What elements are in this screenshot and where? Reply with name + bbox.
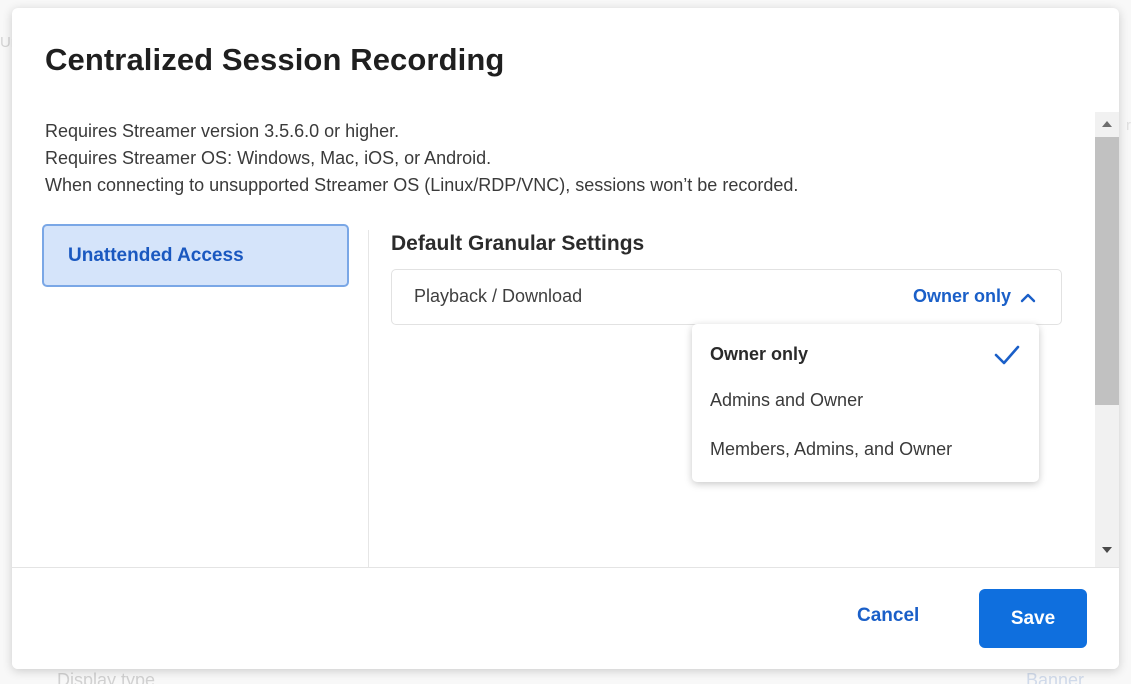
dropdown-option-admins-and-owner[interactable]: Admins and Owner bbox=[710, 390, 863, 411]
requirement-note: Requires Streamer version 3.5.6.0 or hig… bbox=[45, 121, 400, 141]
permission-dropdown-menu: Owner only Admins and Owner Members, Adm… bbox=[692, 324, 1039, 482]
requirements-notes: Requires Streamer version 3.5.6.0 or hig… bbox=[45, 118, 798, 199]
dropdown-option-members-admins-owner[interactable]: Members, Admins, and Owner bbox=[710, 439, 952, 460]
vertical-scrollbar[interactable] bbox=[1095, 112, 1119, 567]
tab-unattended-access[interactable]: Unattended Access bbox=[42, 224, 349, 287]
setting-label: Playback / Download bbox=[414, 286, 583, 306]
cancel-button[interactable]: Cancel bbox=[857, 605, 919, 627]
dropdown-option-owner-only[interactable]: Owner only bbox=[710, 344, 808, 365]
checkmark-icon bbox=[994, 345, 1020, 365]
scrollbar-thumb[interactable] bbox=[1095, 137, 1119, 405]
section-title: Default Granular Settings bbox=[391, 232, 645, 255]
vertical-divider bbox=[368, 230, 369, 567]
playback-download-setting: Playback / Download Owner only bbox=[391, 269, 1062, 325]
dialog-footer: Cancel Save bbox=[12, 567, 1119, 669]
session-recording-dialog: Centralized Session Recording Requires S… bbox=[12, 8, 1119, 669]
dialog-scroll-area: Requires Streamer version 3.5.6.0 or hig… bbox=[12, 112, 1119, 567]
requirement-note: When connecting to unsupported Streamer … bbox=[45, 175, 799, 195]
permission-dropdown-toggle[interactable]: Owner only bbox=[913, 286, 1037, 307]
permission-value: Owner only bbox=[912, 286, 1011, 306]
scroll-up-arrow-icon[interactable] bbox=[1101, 120, 1113, 128]
requirement-note: Requires Streamer OS: Windows, Mac, iOS,… bbox=[45, 148, 492, 168]
dialog-title: Centralized Session Recording bbox=[45, 42, 505, 77]
save-button[interactable]: Save bbox=[979, 589, 1087, 648]
chevron-up-icon bbox=[1020, 293, 1036, 302]
scroll-down-arrow-icon[interactable] bbox=[1101, 546, 1113, 554]
